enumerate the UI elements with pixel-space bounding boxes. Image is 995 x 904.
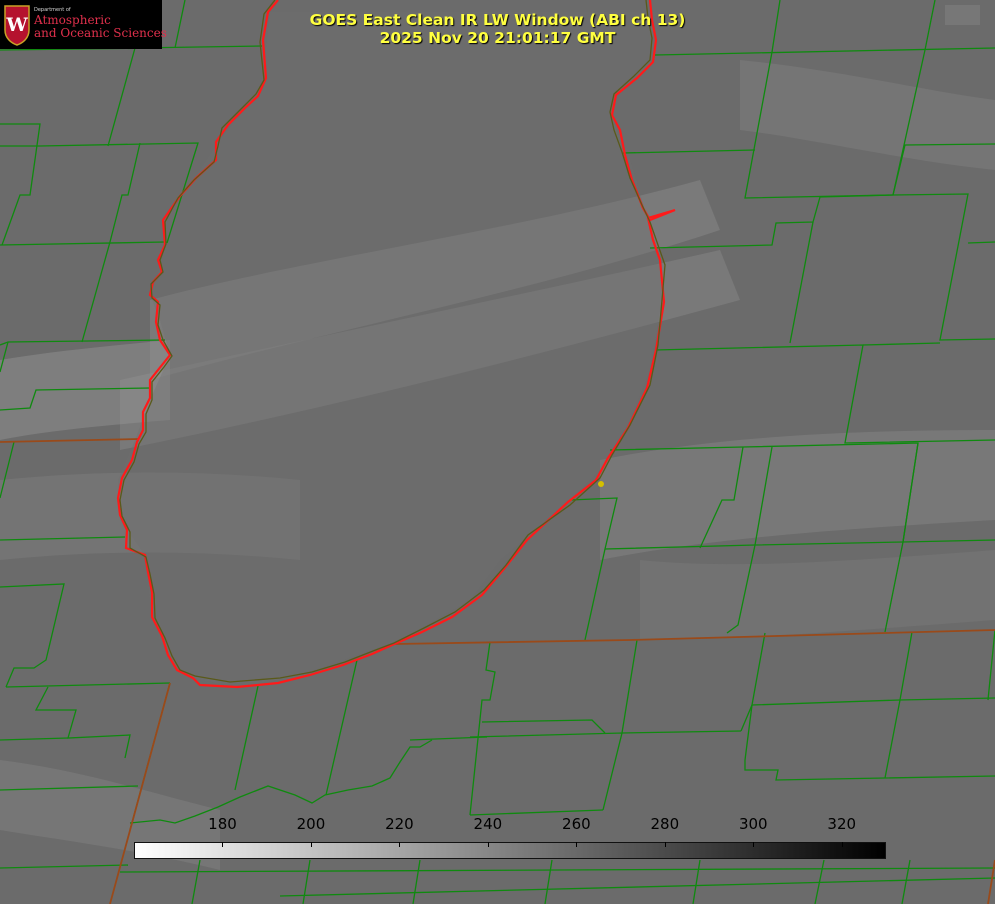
colorbar-tick-label: 280 bbox=[650, 815, 680, 833]
image-title: GOES East Clean IR LW Window (ABI ch 13)… bbox=[0, 11, 995, 47]
colorbar-tick-label: 300 bbox=[738, 815, 768, 833]
title-line-2: 2025 Nov 20 21:01:17 GMT bbox=[379, 29, 616, 47]
location-marker bbox=[598, 481, 604, 487]
colorbar-tick-mark bbox=[488, 842, 489, 847]
colorbar-tick-mark bbox=[842, 842, 843, 847]
colorbar-tick-mark bbox=[311, 842, 312, 847]
colorbar-tick-label: 220 bbox=[385, 815, 414, 833]
colorbar-tick-mark bbox=[576, 842, 577, 847]
title-line-1: GOES East Clean IR LW Window (ABI ch 13) bbox=[309, 11, 686, 29]
colorbar-tick-mark bbox=[222, 842, 223, 847]
colorbar-tick-mark bbox=[753, 842, 754, 847]
colorbar-tick-label: 240 bbox=[473, 815, 503, 833]
satellite-map bbox=[0, 0, 995, 904]
colorbar-tick-mark bbox=[399, 842, 400, 847]
colorbar-tick-mark bbox=[665, 842, 666, 847]
colorbar-tick-label: 180 bbox=[208, 815, 237, 833]
temperature-colorbar bbox=[134, 842, 886, 859]
colorbar-tick-label: 260 bbox=[562, 815, 591, 833]
colorbar-tick-label: 320 bbox=[827, 815, 857, 833]
colorbar-tick-label: 200 bbox=[296, 815, 326, 833]
